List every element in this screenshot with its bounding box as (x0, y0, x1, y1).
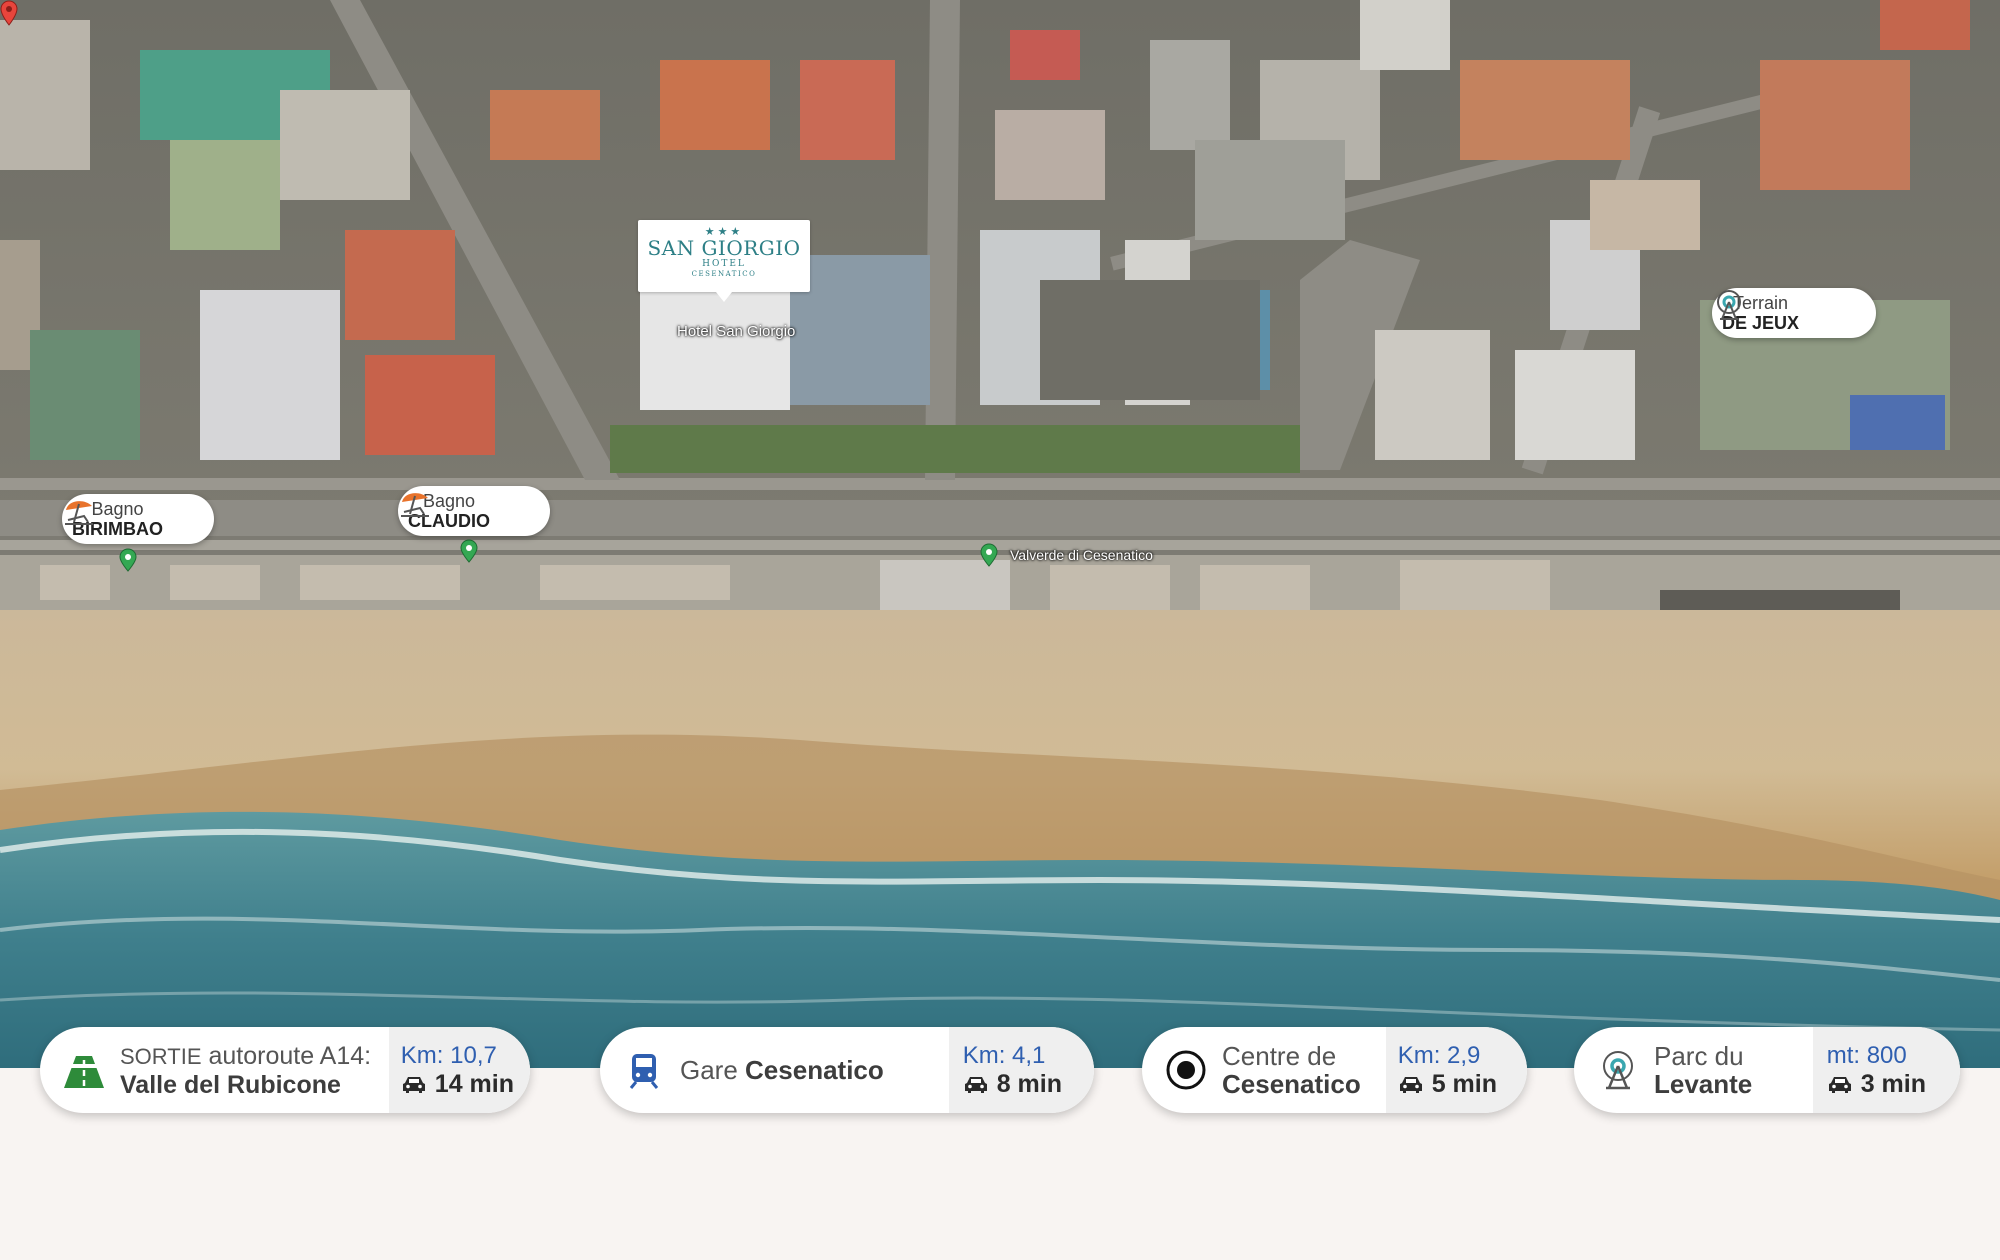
card-town-centre[interactable]: Centre de Cesenatico Km: 2,9 5 min (1142, 1027, 1527, 1113)
valverde-map-label: Valverde di Cesenatico (1010, 547, 1153, 563)
card-line1-prefix: Centre de (1222, 1041, 1337, 1071)
card-travel-info: Km: 10,7 14 min (388, 1027, 530, 1113)
card-train-station[interactable]: Gare Cesenatico Km: 4,1 8 min (600, 1027, 1094, 1113)
card-distance: mt: 800 (1826, 1042, 1907, 1069)
card-destination: Valle del Rubicone (120, 1070, 341, 1099)
bagno-birimbao-pin-icon[interactable] (119, 548, 137, 572)
card-time-row: 5 min (1398, 1070, 1497, 1098)
hotel-pin-icon[interactable] (0, 0, 18, 26)
bagno-claudio-pin-icon[interactable] (460, 539, 478, 563)
card-destination: Levante (1654, 1069, 1753, 1099)
card-time: 8 min (996, 1070, 1062, 1098)
train-icon (629, 1054, 659, 1089)
car-icon (402, 1077, 425, 1093)
card-travel-info: Km: 2,9 5 min (1385, 1027, 1527, 1113)
ferris-wheel-icon (1717, 290, 1741, 320)
card-time-row: 3 min (1827, 1070, 1926, 1098)
satellite-imagery (0, 0, 2000, 1068)
card-line1-prefix: Parc du (1654, 1041, 1744, 1071)
car-icon (1828, 1077, 1851, 1093)
card-travel-info: Km: 4,1 8 min (948, 1027, 1094, 1113)
poi-terrain-de-jeux[interactable]: Terrain DE JEUX (1712, 288, 1876, 338)
hotel-logo-sub: HOTEL (702, 259, 746, 269)
poi-bagno-birimbao[interactable]: Bagno BIRIMBAO (62, 494, 214, 544)
card-time-row: 8 min (963, 1070, 1062, 1098)
valverde-pin-icon[interactable] (980, 543, 998, 567)
card-time: 3 min (1860, 1070, 1926, 1098)
card-destination: Cesenatico (1222, 1069, 1361, 1099)
hotel-logo-name: SAN GIORGIO (647, 236, 801, 260)
card-highway-exit[interactable]: SORTIE autoroute A14: Valle del Rubicone… (40, 1027, 530, 1113)
card-distance: Km: 10,7 (400, 1042, 497, 1069)
card-distance: Km: 4,1 (962, 1042, 1046, 1069)
car-icon (1399, 1077, 1422, 1093)
highway-icon (64, 1056, 104, 1088)
beach-umbrella-icon (65, 501, 93, 525)
beach-umbrella-icon (401, 493, 429, 517)
ferris-wheel-icon (1603, 1051, 1633, 1090)
card-time-row: 14 min (401, 1070, 514, 1098)
card-line1-rest: autoroute A14: (201, 1041, 372, 1070)
target-icon (1166, 1050, 1206, 1090)
card-time: 5 min (1431, 1070, 1497, 1098)
card-levante-park[interactable]: Parc du Levante mt: 800 3 min (1574, 1027, 1960, 1113)
card-travel-info: mt: 800 3 min (1812, 1027, 1960, 1113)
hotel-logo[interactable]: ★★★ SAN GIORGIO HOTEL CESENATICO (638, 220, 810, 302)
card-destination: Cesenatico (745, 1055, 884, 1085)
poi-bagno-claudio[interactable]: Bagno CLAUDIO (398, 486, 550, 536)
car-icon (964, 1077, 987, 1093)
hotel-map-label: Hotel San Giorgio (677, 323, 796, 340)
aerial-map[interactable]: ★★★ SAN GIORGIO HOTEL CESENATICO Hotel S… (0, 0, 2000, 1068)
hotel-logo-place: CESENATICO (691, 270, 757, 278)
card-line1-prefix: Gare (680, 1055, 746, 1085)
card-time: 14 min (434, 1070, 514, 1098)
card-distance: Km: 2,9 (1397, 1042, 1481, 1069)
card-line1-prefix: SORTIE (120, 1043, 202, 1069)
